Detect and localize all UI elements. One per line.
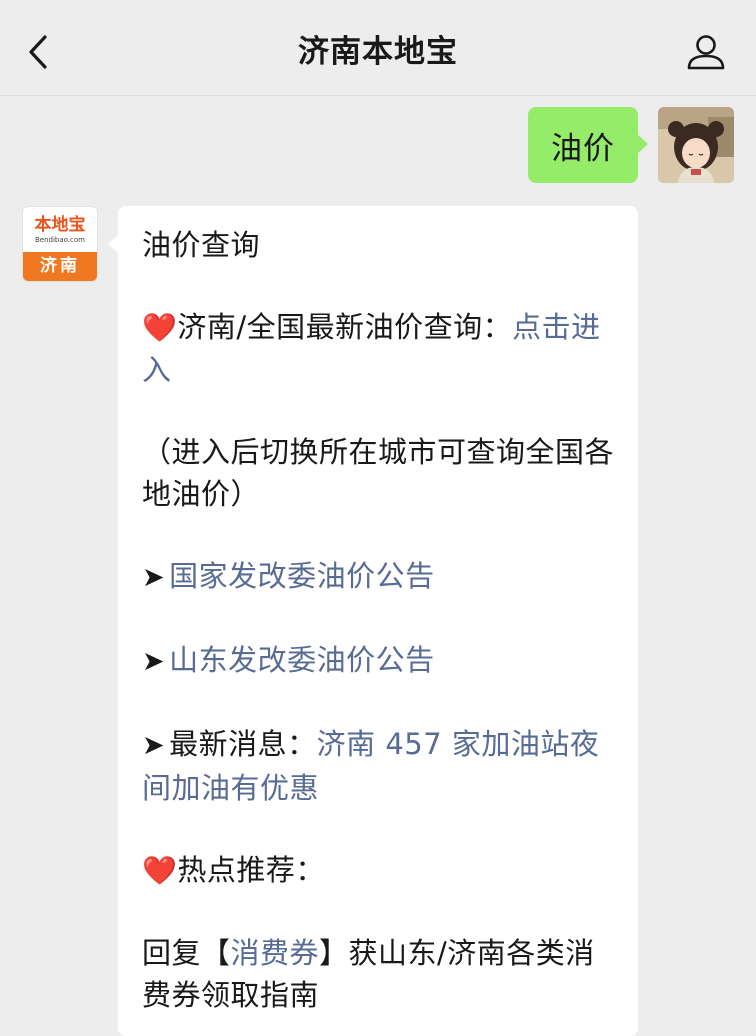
profile-button[interactable]	[684, 30, 728, 74]
user-icon	[687, 35, 725, 70]
latest-news-label: 最新消息：	[169, 727, 317, 761]
anime-girl-avatar-image	[658, 107, 734, 183]
arrow-icon: ➤	[142, 562, 166, 593]
latest-news-line: ➤ 最新消息：济南 457 家加油站夜间加油有优惠	[142, 723, 616, 809]
chat-area[interactable]: 油价 本地宝 Bendibao.com 济南 油价查询 ❤️济南/全国最新油价查	[0, 96, 756, 1036]
hot-recommendation-line: ❤️热点推荐：	[142, 849, 616, 892]
ndrc-announcement-line: ➤ 国家发改委油价公告	[142, 555, 616, 599]
avatar-logo-url: Bendibao.com	[34, 236, 85, 244]
arrow-icon: ➤	[142, 646, 166, 677]
heart-icon: ❤️	[142, 311, 178, 344]
hot-recommendation-label: 热点推荐：	[177, 853, 325, 887]
shandong-oil-price-link[interactable]: 山东发改委油价公告	[169, 643, 435, 677]
coupon-reply-line: 回复【消费券】获山东/济南各类消费券领取指南	[142, 932, 616, 1016]
avatar-logo-area: 本地宝 Bendibao.com	[23, 207, 97, 254]
shandong-announcement-line: ➤ 山东发改委油价公告	[142, 639, 616, 683]
switch-city-note: （进入后切换所在城市可查询全国各地油价）	[142, 435, 615, 511]
bendibao-avatar[interactable]: 本地宝 Bendibao.com 济南	[22, 206, 98, 282]
chat-title: 济南本地宝	[298, 34, 458, 70]
heart-icon: ❤️	[142, 854, 178, 887]
message-title: 油价查询	[142, 228, 261, 262]
incoming-message-bubble[interactable]: 油价查询 ❤️济南/全国最新油价查询：点击进入 （进入后切换所在城市可查询全国各…	[108, 206, 638, 1036]
outgoing-message-bubble[interactable]: 油价	[528, 107, 648, 183]
coupon-link[interactable]: 消费券	[231, 936, 320, 970]
ndrc-oil-price-link[interactable]: 国家发改委油价公告	[169, 559, 435, 593]
avatar-logo-text: 本地宝	[34, 215, 86, 235]
coupon-reply-prefix: 回复【	[142, 936, 231, 970]
top-navigation-bar: 济南本地宝	[0, 0, 756, 96]
arrow-icon: ➤	[142, 730, 166, 761]
user-avatar[interactable]	[658, 107, 734, 183]
oil-price-query-text: 济南/全国最新油价查询：	[177, 310, 513, 344]
avatar-city-label: 济南	[23, 252, 97, 281]
oil-price-query-line: ❤️济南/全国最新油价查询：点击进入	[142, 306, 616, 391]
outgoing-message-text: 油价	[551, 130, 615, 167]
